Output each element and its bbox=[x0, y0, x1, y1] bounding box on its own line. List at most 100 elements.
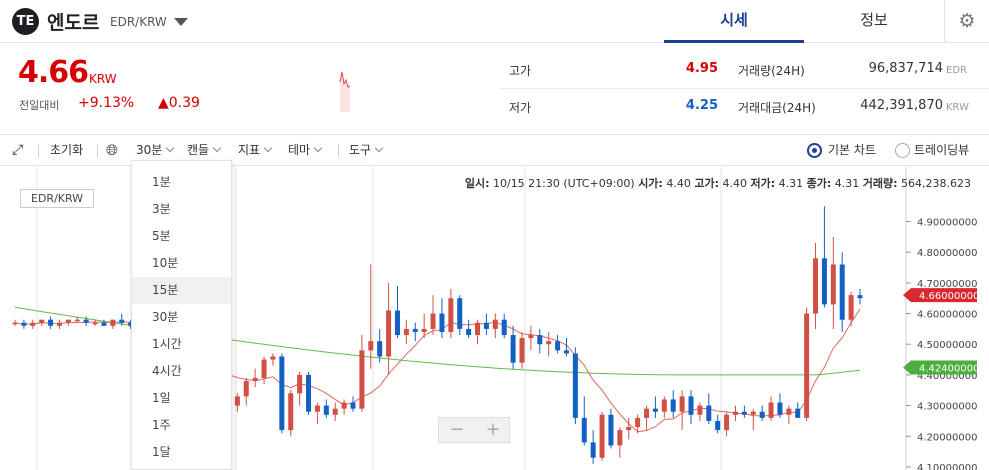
app: ΤΕ 엔도르 EDR/KRW 시세 정보 ⚙ 4.66 KRW 전일대비 +9.… bbox=[0, 0, 989, 470]
basic-chart-radio[interactable] bbox=[807, 143, 822, 158]
interval-option[interactable]: 15분 bbox=[132, 277, 231, 304]
candle-body bbox=[386, 310, 392, 357]
axis-tick-label: 4.20000000 bbox=[917, 432, 977, 443]
current-price-tag-label: 4.66000000 bbox=[919, 291, 979, 302]
interval-option[interactable]: 1일 bbox=[132, 385, 231, 412]
candle-body bbox=[679, 396, 685, 412]
chevron-down-icon bbox=[313, 143, 323, 153]
tab-sise[interactable]: 시세 bbox=[664, 0, 804, 43]
header-bar: ΤΕ 엔도르 EDR/KRW 시세 정보 ⚙ bbox=[0, 0, 989, 43]
coin-logo-icon: ΤΕ bbox=[12, 8, 39, 35]
open-value: 4.40 bbox=[666, 177, 691, 190]
tradingview-radio[interactable] bbox=[895, 143, 910, 158]
candle-body bbox=[314, 405, 320, 412]
candle-body bbox=[12, 322, 18, 325]
interval-option[interactable]: 30분 bbox=[132, 304, 231, 331]
candle-body bbox=[670, 399, 676, 412]
high-label: 고가 bbox=[509, 64, 532, 78]
candle-body bbox=[56, 322, 62, 326]
candle-body bbox=[359, 350, 365, 409]
stats-divider bbox=[500, 88, 989, 89]
candle-body bbox=[65, 319, 71, 323]
current-price: 4.66 bbox=[18, 55, 89, 90]
mini-price-chart bbox=[338, 62, 478, 112]
caret-down-icon[interactable] bbox=[174, 18, 188, 26]
date-label: 일시: bbox=[464, 177, 490, 190]
candle-body bbox=[457, 298, 463, 329]
date-value: 10/15 21:30 (UTC+09:00) bbox=[492, 177, 635, 190]
chevron-down-icon bbox=[166, 143, 175, 153]
theme-label: 테마 bbox=[288, 143, 311, 157]
candle-body bbox=[546, 341, 552, 345]
candle-body bbox=[741, 411, 747, 415]
candle-body bbox=[786, 408, 792, 415]
candle-body bbox=[74, 319, 80, 322]
gear-icon[interactable]: ⚙ bbox=[944, 0, 989, 43]
indicator-menu[interactable]: 지표 bbox=[238, 135, 273, 167]
reset-button[interactable]: 초기화 bbox=[50, 135, 83, 167]
candle-body bbox=[110, 319, 116, 326]
candle-body bbox=[403, 328, 409, 336]
price-unit: KRW bbox=[89, 72, 117, 86]
candle-body bbox=[297, 374, 303, 394]
candle-body bbox=[804, 313, 810, 418]
change-rate: +9.13% bbox=[78, 95, 135, 111]
candle-body bbox=[537, 335, 543, 345]
candle-body bbox=[599, 414, 605, 458]
amount-value: 442,391,870 bbox=[860, 98, 943, 113]
zoom-out-button[interactable]: − bbox=[439, 418, 475, 442]
theme-menu[interactable]: 테마 bbox=[288, 135, 323, 167]
candle-body bbox=[261, 359, 267, 378]
tools-label: 도구 bbox=[349, 143, 372, 157]
interval-option[interactable]: 3분 bbox=[132, 196, 231, 223]
axis-tick-label: 4.50000000 bbox=[917, 340, 977, 351]
interval-option[interactable]: 1달 bbox=[132, 439, 231, 466]
candle-body bbox=[590, 442, 596, 458]
volume-value: 564,238.623 bbox=[901, 177, 971, 190]
candle-body bbox=[724, 414, 730, 431]
axis-tick-label: 4.60000000 bbox=[917, 310, 977, 321]
zoom-in-button[interactable]: + bbox=[475, 418, 511, 442]
chevron-down-icon bbox=[263, 143, 273, 153]
candle-body bbox=[270, 356, 276, 360]
interval-option[interactable]: 1시간 bbox=[132, 331, 231, 358]
interval-dropdown: 1분 3분 5분 10분 15분 30분 1시간 4시간 1일 1주 1달 bbox=[131, 160, 232, 470]
volume-label: 거래량: bbox=[862, 177, 898, 190]
interval-option[interactable]: 10분 bbox=[132, 250, 231, 277]
coin-name: 엔도르 bbox=[47, 12, 100, 34]
candle-label: 캔들 bbox=[187, 143, 210, 157]
candle-body bbox=[30, 322, 36, 326]
tools-menu[interactable]: 도구 bbox=[349, 135, 384, 167]
candle-body bbox=[777, 402, 783, 415]
candle-body bbox=[101, 322, 107, 326]
candle-body bbox=[39, 319, 45, 323]
tab-info[interactable]: 정보 bbox=[804, 0, 944, 43]
candle-body bbox=[243, 381, 249, 397]
amount-label: 거래대금(24H) bbox=[738, 101, 816, 115]
interval-option[interactable]: 4시간 bbox=[132, 358, 231, 385]
basic-chart-label[interactable]: 기본 차트 bbox=[828, 135, 876, 167]
candle-body bbox=[48, 319, 54, 326]
candle-body bbox=[288, 393, 294, 431]
candle-body bbox=[644, 408, 650, 418]
tradingview-label[interactable]: 트레이딩뷰 bbox=[914, 135, 969, 167]
candle-body bbox=[341, 402, 347, 409]
candle-body bbox=[732, 411, 738, 415]
candle-body bbox=[519, 338, 525, 363]
candle-body bbox=[279, 356, 285, 431]
expand-icon[interactable]: ⤢ bbox=[12, 135, 23, 167]
axis-tick-label: 4.30000000 bbox=[917, 402, 977, 413]
candle-body bbox=[350, 402, 356, 409]
axis-tick-label: 4.90000000 bbox=[917, 218, 977, 229]
candle-body bbox=[697, 405, 703, 415]
toolbar-divider bbox=[38, 144, 39, 158]
interval-option[interactable]: 1주 bbox=[132, 412, 231, 439]
candle-body bbox=[608, 414, 614, 446]
globe-icon[interactable]: 🌐︎ bbox=[106, 135, 118, 167]
candle-body bbox=[830, 264, 836, 305]
interval-option[interactable]: 1분 bbox=[132, 169, 231, 196]
candle-body bbox=[572, 353, 578, 418]
interval-option[interactable]: 5분 bbox=[132, 223, 231, 250]
candle-body bbox=[501, 319, 507, 336]
candle-body bbox=[92, 322, 98, 325]
